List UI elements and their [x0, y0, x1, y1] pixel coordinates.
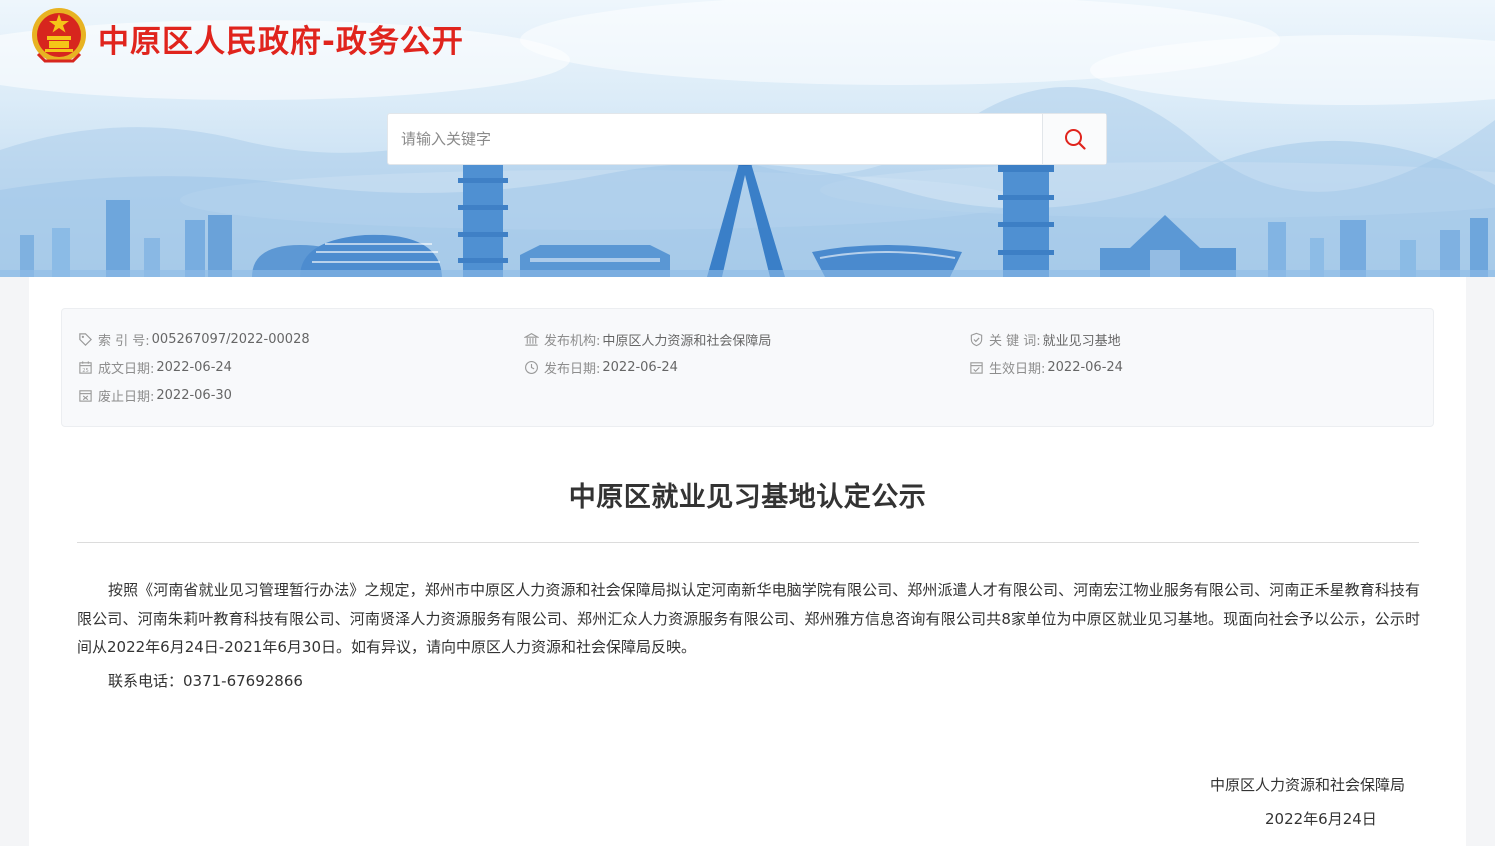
meta-publisher-value: 中原区人力资源和社会保障局 [602, 333, 772, 349]
title-divider [77, 542, 1419, 543]
article-body: 按照《河南省就业见习管理暂行办法》之规定，郑州市中原区人力资源和社会保障局拟认定… [77, 576, 1420, 695]
tag-icon [79, 332, 92, 346]
meta-keywords: 关 键 词: 就业见习基地 [969, 329, 1121, 349]
meta-published: 发布日期: 2022-06-24 [524, 357, 678, 377]
meta-published-label: 发布日期: [544, 361, 601, 377]
search-input[interactable] [388, 114, 1042, 164]
institution-icon [524, 332, 539, 346]
search-bar [387, 113, 1107, 165]
signature-organization: 中原区人力资源和社会保障局 [1210, 776, 1406, 794]
meta-effective-label: 生效日期: [989, 361, 1046, 377]
meta-created-value: 2022-06-24 [156, 359, 232, 375]
meta-published-value: 2022-06-24 [602, 359, 678, 375]
calendar-x-icon [79, 389, 92, 402]
calendar-icon: 25 [79, 360, 92, 373]
site-title[interactable]: 中原区人民政府-政务公开 [98, 16, 464, 61]
meta-index-label: 索 引 号: [98, 333, 150, 349]
calendar-check-icon [970, 361, 983, 374]
article-container: 索 引 号: 005267097/2022-00028 发布机构: 中原区人力资… [29, 277, 1466, 846]
meta-expiry: 废止日期: 2022-06-30 [78, 385, 232, 405]
meta-created: 25 成文日期: 2022-06-24 [78, 357, 232, 377]
meta-keywords-label: 关 键 词: [989, 333, 1041, 349]
search-button[interactable] [1042, 114, 1106, 164]
meta-effective: 生效日期: 2022-06-24 [969, 357, 1123, 377]
shield-check-icon [970, 332, 983, 346]
meta-index: 索 引 号: 005267097/2022-00028 [78, 329, 310, 349]
signature-date: 2022年6月24日 [1265, 810, 1377, 828]
national-emblem [32, 8, 86, 63]
header-banner: 中原区人民政府-政务公开 [0, 0, 1495, 277]
meta-publisher: 发布机构: 中原区人力资源和社会保障局 [524, 329, 771, 349]
svg-text:25: 25 [82, 367, 89, 373]
contact-phone: 联系电话：0371-67692866 [108, 671, 303, 690]
meta-effective-value: 2022-06-24 [1047, 359, 1123, 375]
document-metadata: 索 引 号: 005267097/2022-00028 发布机构: 中原区人力资… [61, 308, 1434, 427]
search-icon [1064, 129, 1086, 150]
clock-icon [525, 360, 538, 374]
meta-created-label: 成文日期: [98, 361, 155, 377]
meta-publisher-label: 发布机构: [544, 333, 601, 349]
article-paragraph: 按照《河南省就业见习管理暂行办法》之规定，郑州市中原区人力资源和社会保障局拟认定… [77, 581, 1420, 656]
meta-index-value: 005267097/2022-00028 [151, 331, 310, 347]
meta-keywords-value: 就业见习基地 [1042, 333, 1121, 349]
article-title: 中原区就业见习基地认定公示 [568, 482, 927, 513]
meta-expiry-value: 2022-06-30 [156, 387, 232, 403]
meta-expiry-label: 废止日期: [98, 389, 155, 405]
